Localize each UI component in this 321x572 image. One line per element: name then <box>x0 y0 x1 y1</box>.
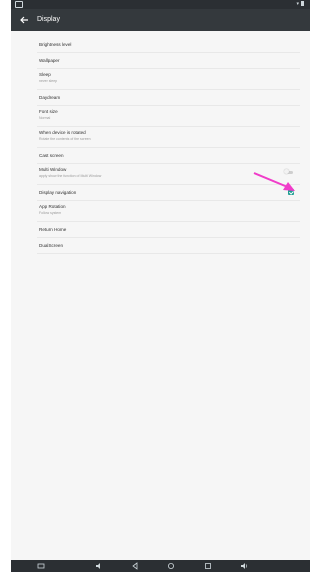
setting-dualscreen[interactable]: DualScreen <box>37 238 300 254</box>
setting-summary: Follow system <box>39 211 62 215</box>
setting-display-navigation[interactable]: Display navigation <box>37 185 300 201</box>
volume-up-icon[interactable] <box>240 562 248 570</box>
setting-app-rotation[interactable]: App Rotation Follow system <box>37 201 300 222</box>
recents-icon[interactable] <box>204 562 212 570</box>
setting-label: Sleep <box>39 72 51 77</box>
volume-down-icon[interactable] <box>95 562 103 570</box>
setting-cast-screen[interactable]: Cast screen <box>37 148 300 164</box>
setting-label: When device is rotated <box>39 130 86 135</box>
setting-summary: apply show the function of Multi Window <box>39 174 102 178</box>
page-title: Display <box>37 16 60 23</box>
toolbar: Display <box>11 9 310 31</box>
back-icon[interactable] <box>131 562 139 570</box>
setting-label: Font size <box>39 109 58 114</box>
setting-when-device-rotated[interactable]: When device is rotated Rotate the conten… <box>37 127 300 148</box>
setting-label: Brightness level <box>39 42 72 47</box>
settings-list: Brightness level Wallpaper Sleep never s… <box>11 31 310 254</box>
setting-label: App Rotation <box>39 204 66 209</box>
setting-label: Daydream <box>39 95 61 100</box>
setting-label: Cast screen <box>39 153 64 158</box>
screenshot-icon[interactable] <box>37 562 45 570</box>
home-icon[interactable] <box>167 562 175 570</box>
setting-label: Wallpaper <box>39 58 60 63</box>
setting-summary: Rotate the contents of the screen <box>39 137 91 141</box>
arrow-left-icon[interactable] <box>18 14 30 26</box>
setting-sleep[interactable]: Sleep never sleep <box>37 69 300 90</box>
setting-label: DualScreen <box>39 243 64 248</box>
status-icons: ▾ <box>296 1 304 8</box>
display-navigation-checkbox[interactable] <box>288 189 294 195</box>
device-screen: ▾ Display Brightness level Wallpaper Sle… <box>11 0 310 572</box>
setting-font-size[interactable]: Font size Normal <box>37 106 300 127</box>
status-bar: ▾ <box>11 0 310 9</box>
setting-wallpaper[interactable]: Wallpaper <box>37 53 300 69</box>
battery-icon <box>301 1 304 7</box>
multi-window-toggle[interactable] <box>284 169 294 175</box>
setting-summary: Normal <box>39 116 51 120</box>
setting-multi-window[interactable]: Multi Window apply show the function of … <box>37 164 300 185</box>
setting-label: Multi Window <box>39 167 67 172</box>
notification-icon <box>15 1 23 8</box>
toggle-knob <box>284 169 289 174</box>
setting-brightness-level[interactable]: Brightness level <box>37 37 300 53</box>
navigation-bar <box>11 560 310 572</box>
setting-label: Return Home <box>39 227 67 232</box>
setting-label: Display navigation <box>39 190 77 195</box>
setting-return-home[interactable]: Return Home <box>37 222 300 238</box>
setting-daydream[interactable]: Daydream <box>37 90 300 106</box>
setting-summary: never sleep <box>39 79 58 83</box>
